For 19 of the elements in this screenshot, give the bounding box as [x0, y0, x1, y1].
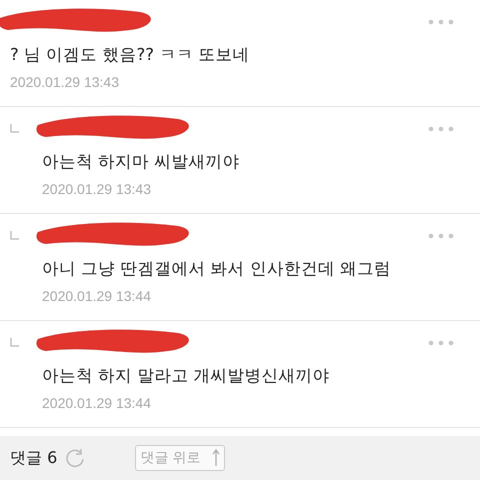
- reply-icon: [10, 338, 20, 348]
- comment-count: 댓글 6: [10, 448, 58, 468]
- scroll-to-comments-button[interactable]: 댓글 위로: [135, 445, 225, 471]
- comment-text: ? 님 이겜도 했음?? ㅋㅋ 또보네: [10, 44, 250, 66]
- more-icon[interactable]: [428, 340, 454, 346]
- refresh-icon[interactable]: [65, 448, 86, 468]
- comment-text: 아는척 하지마 씨발새끼야: [42, 151, 240, 173]
- comment-date: 2020.01.29 13:44: [42, 395, 152, 411]
- comment-text: 아니 그냥 딴겜갤에서 봐서 인사한건데 왜그럼: [42, 258, 392, 280]
- reply-icon: [10, 124, 20, 134]
- more-icon[interactable]: [428, 19, 454, 25]
- reply-icon: [10, 231, 20, 241]
- comment-date: 2020.01.29 13:44: [42, 288, 152, 304]
- more-icon[interactable]: [428, 126, 454, 132]
- comment-date: 2020.01.29 13:43: [10, 74, 120, 90]
- arrow-up-icon: [212, 449, 220, 467]
- more-icon[interactable]: [428, 233, 454, 239]
- comment-text: 아는척 하지 말라고 개씨발병신새끼야: [42, 365, 331, 387]
- comment-date: 2020.01.29 13:43: [42, 181, 152, 197]
